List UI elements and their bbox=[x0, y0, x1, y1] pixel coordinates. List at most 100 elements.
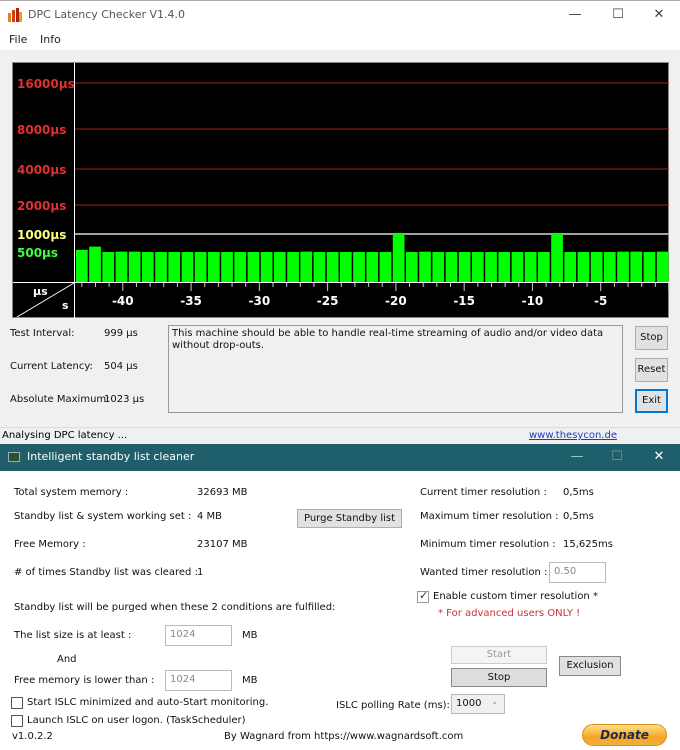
maximize-button[interactable]: ☐ bbox=[603, 5, 633, 25]
list-size-label: The list size is at least : bbox=[14, 630, 132, 641]
minimum-timer-value: 15,625ms bbox=[563, 539, 613, 550]
latency-bar bbox=[656, 251, 669, 282]
latency-bar bbox=[445, 252, 458, 282]
latency-bar bbox=[432, 252, 445, 282]
result-message: This machine should be able to handle re… bbox=[168, 325, 623, 413]
latency-bar bbox=[604, 252, 616, 282]
launch-on-logon-label: Launch ISLC on user logon. (TaskSchedule… bbox=[27, 715, 246, 726]
status-bar: Analysing DPC latency ... www.thesycon.d… bbox=[0, 427, 680, 444]
and-label: And bbox=[57, 654, 77, 665]
menu-file[interactable]: File bbox=[9, 33, 27, 46]
wanted-timer-input[interactable]: 0.50 bbox=[549, 562, 606, 583]
advanced-users-note: * For advanced users ONLY ! bbox=[438, 608, 581, 619]
app-bar-chart-icon bbox=[8, 8, 22, 22]
latency-bar bbox=[617, 251, 629, 282]
islc-maximize-button[interactable]: ☐ bbox=[602, 447, 632, 467]
x-unit-label: s bbox=[62, 299, 69, 312]
total-memory-label: Total system memory : bbox=[14, 487, 129, 498]
latency-bar bbox=[406, 252, 418, 282]
free-memory-value: 23107 MB bbox=[197, 539, 248, 550]
latency-bar bbox=[194, 252, 207, 282]
latency-bar bbox=[379, 252, 392, 282]
menu-info[interactable]: Info bbox=[40, 33, 61, 46]
exclusion-button[interactable]: Exclusion bbox=[559, 656, 621, 676]
latency-bar bbox=[287, 252, 299, 282]
latency-bar bbox=[366, 252, 379, 282]
latency-bar bbox=[472, 252, 484, 282]
y-unit-label: µs bbox=[33, 285, 48, 298]
credit-link[interactable]: By Wagnard from https://www.wagnardsoft.… bbox=[224, 731, 463, 742]
latency-bar bbox=[142, 252, 154, 282]
y-tick-label: 4000µs bbox=[17, 163, 66, 177]
current-timer-label: Current timer resolution : bbox=[420, 487, 547, 498]
y-tick-label: 1000µs bbox=[17, 228, 66, 242]
latency-bar bbox=[458, 252, 471, 282]
latency-bar bbox=[76, 249, 88, 282]
y-tick-label: 16000µs bbox=[17, 77, 75, 91]
latency-bar bbox=[485, 252, 497, 282]
maximum-timer-value: 0,5ms bbox=[563, 511, 594, 522]
current-latency-value: 504 µs bbox=[104, 361, 138, 372]
reset-button[interactable]: Reset bbox=[635, 358, 668, 382]
free-memory-input[interactable]: 1024 bbox=[165, 670, 232, 691]
latency-bar bbox=[260, 252, 273, 282]
latency-bar bbox=[643, 252, 656, 282]
latency-bar bbox=[155, 252, 167, 282]
latency-bar bbox=[313, 252, 326, 282]
islc-app-icon bbox=[8, 452, 20, 462]
latency-bar bbox=[247, 252, 260, 282]
free-memory-lower-label: Free memory is lower than : bbox=[14, 675, 155, 686]
thesycon-link[interactable]: www.thesycon.de bbox=[529, 430, 617, 441]
latency-bar bbox=[89, 246, 101, 282]
chevron-down-icon: ⌄ bbox=[491, 697, 498, 706]
absolute-maximum-label: Absolute Maximum: bbox=[10, 394, 110, 405]
islc-stop-button[interactable]: Stop bbox=[451, 668, 547, 687]
list-size-unit: MB bbox=[242, 630, 258, 641]
y-tick-label: 500µs bbox=[17, 246, 58, 260]
latency-bar bbox=[115, 251, 128, 282]
latency-bar bbox=[234, 252, 247, 282]
standby-list-label: Standby list & system working set : bbox=[14, 511, 192, 522]
enable-custom-timer-checkbox[interactable]: ✓ bbox=[417, 589, 429, 603]
wanted-timer-label: Wanted timer resolution : bbox=[420, 567, 548, 578]
times-cleared-value: 1 bbox=[197, 567, 204, 578]
islc-minimize-button[interactable]: — bbox=[562, 447, 592, 467]
purge-standby-button[interactable]: Purge Standby list bbox=[297, 509, 402, 528]
latency-bar bbox=[181, 252, 194, 282]
x-tick-label: -5 bbox=[594, 294, 607, 308]
polling-rate-select[interactable]: 1000 ⌄ bbox=[451, 694, 505, 714]
x-tick-label: -20 bbox=[385, 294, 407, 308]
y-tick-label: 8000µs bbox=[17, 123, 66, 137]
window-title: DPC Latency Checker V1.4.0 bbox=[28, 8, 186, 21]
launch-on-logon-checkbox[interactable] bbox=[11, 715, 23, 727]
islc-titlebar: Intelligent standby list cleaner — ☐ ✕ bbox=[0, 444, 680, 471]
stop-button[interactable]: Stop bbox=[635, 326, 668, 350]
maximum-timer-label: Maximum timer resolution : bbox=[420, 511, 559, 522]
islc-window: Intelligent standby list cleaner — ☐ ✕ T… bbox=[0, 444, 680, 750]
minimize-button[interactable]: — bbox=[560, 5, 590, 25]
start-minimized-checkbox[interactable] bbox=[11, 697, 23, 709]
x-tick-label: -35 bbox=[180, 294, 202, 308]
absolute-maximum-value: 1023 µs bbox=[104, 394, 145, 405]
version-label: v1.0.2.2 bbox=[12, 731, 53, 742]
dpc-titlebar: DPC Latency Checker V1.4.0 — ☐ ✕ bbox=[0, 0, 680, 28]
latency-bar bbox=[590, 252, 603, 282]
list-size-input[interactable]: 1024 bbox=[165, 625, 232, 646]
latency-bar bbox=[168, 252, 181, 282]
exit-button[interactable]: Exit bbox=[635, 389, 668, 413]
conditions-heading: Standby list will be purged when these 2… bbox=[14, 602, 336, 613]
times-cleared-label: # of times Standby list was cleared : bbox=[14, 567, 198, 578]
latency-bar bbox=[511, 252, 524, 282]
latency-bar bbox=[564, 252, 577, 282]
donate-button[interactable]: Donate bbox=[582, 724, 667, 746]
test-interval-label: Test Interval: bbox=[10, 328, 75, 339]
close-button[interactable]: ✕ bbox=[644, 5, 674, 25]
islc-close-button[interactable]: ✕ bbox=[644, 447, 674, 467]
latency-bar bbox=[208, 252, 220, 282]
latency-bar bbox=[392, 234, 405, 282]
latency-chart: 16000µs 8000µs 4000µs 2000µs 1000µs 500µs µs s -… bbox=[12, 62, 670, 319]
x-tick-label: -25 bbox=[317, 294, 339, 308]
dpc-window: DPC Latency Checker V1.4.0 — ☐ ✕ File In… bbox=[0, 0, 680, 444]
start-button[interactable]: Start bbox=[451, 646, 547, 664]
latency-bar bbox=[340, 252, 352, 282]
